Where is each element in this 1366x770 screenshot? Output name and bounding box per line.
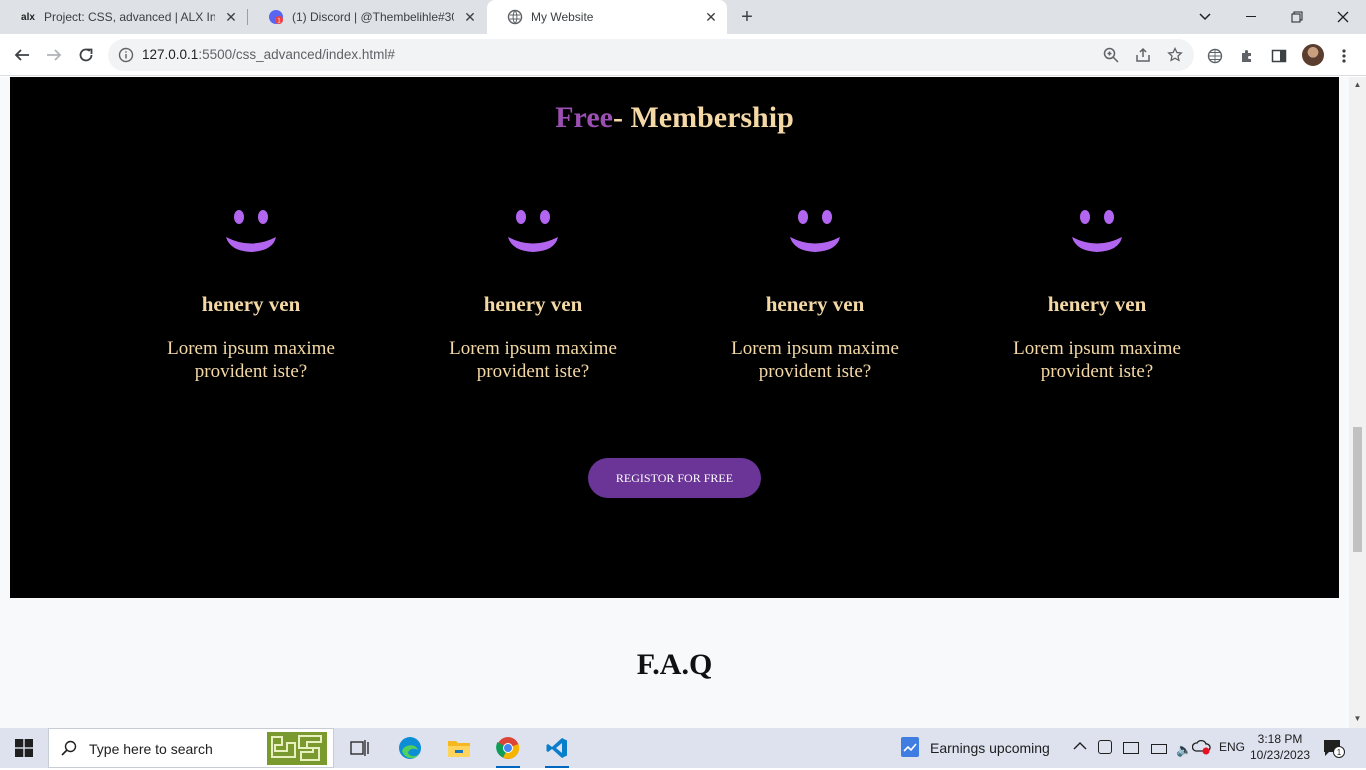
weather-widget[interactable]: Earnings upcoming	[900, 736, 1050, 761]
member-name: henery ven	[201, 292, 301, 316]
kebab-menu-icon[interactable]	[1335, 47, 1353, 65]
chevron-up-icon[interactable]	[1073, 740, 1087, 754]
membership-section: Free- Membership henery ven Lorem ipsum …	[10, 77, 1339, 598]
title-accent: Free	[555, 101, 613, 134]
title-rest: - Membership	[612, 101, 794, 134]
register-free-button[interactable]: REGISTOR FOR FREE	[588, 458, 761, 498]
avatar[interactable]	[1302, 44, 1324, 66]
chrome-icon[interactable]	[488, 728, 528, 768]
member-text: Lorem ipsum maxime provident iste?	[1013, 338, 1181, 382]
zoom-icon[interactable]	[1103, 47, 1119, 63]
vscode-icon[interactable]	[537, 728, 577, 768]
security-icon[interactable]	[1098, 740, 1112, 754]
scroll-down-icon[interactable]: ▼	[1353, 715, 1362, 723]
network-icon[interactable]	[1123, 742, 1140, 754]
clock-date: 10/23/2023	[1250, 748, 1311, 762]
volume-icon[interactable]: 🔈	[1176, 742, 1192, 758]
taskbar: Type here to search Earnings upcoming 🔈 …	[0, 728, 1366, 768]
close-icon[interactable]: ✕	[703, 9, 719, 25]
minimize-icon[interactable]	[1228, 0, 1274, 34]
discord-icon: 1	[268, 9, 284, 25]
close-icon[interactable]: ✕	[223, 9, 239, 25]
battery-icon[interactable]	[1150, 744, 1167, 754]
url-path: :5500/css_advanced/index.html#	[198, 47, 395, 62]
notification-count: 1	[1337, 748, 1342, 757]
back-icon[interactable]	[10, 43, 34, 67]
tab-title: (1) Discord | @Thembelihle#300	[292, 10, 454, 24]
side-panel-icon[interactable]	[1270, 47, 1288, 65]
smiley-icon	[503, 207, 563, 253]
reload-icon[interactable]	[74, 43, 98, 67]
member-card: henery ven Lorem ipsum maxime provident …	[715, 207, 915, 383]
notification-icon[interactable]: 1	[1323, 738, 1345, 761]
windows-start-icon[interactable]	[0, 728, 48, 768]
scroll-thumb[interactable]	[1353, 427, 1362, 552]
tab-strip: alx Project: CSS, advanced | ALX Intr ✕ …	[0, 0, 1366, 34]
tab-discord[interactable]: 1 (1) Discord | @Thembelihle#300 ✕	[248, 0, 486, 34]
globe-icon	[507, 9, 523, 25]
search-icon	[61, 740, 77, 761]
close-window-icon[interactable]	[1320, 0, 1366, 34]
browser-toolbar: 127.0.0.1:5500/css_advanced/index.html#	[0, 34, 1366, 76]
clock[interactable]: 3:18 PM 10/23/2023	[1250, 731, 1310, 763]
search-placeholder: Type here to search	[89, 741, 213, 757]
member-name: henery ven	[1047, 292, 1147, 316]
smiley-icon	[1067, 207, 1127, 253]
tab-title: My Website	[531, 10, 594, 24]
alx-icon: alx	[21, 11, 35, 23]
star-icon[interactable]	[1167, 46, 1183, 63]
tab-title: Project: CSS, advanced | ALX Intr	[44, 10, 215, 24]
member-card: henery ven Lorem ipsum maxime provident …	[433, 207, 633, 383]
file-explorer-icon[interactable]	[439, 728, 479, 768]
chevron-down-icon[interactable]	[1182, 0, 1228, 34]
extensions-icon[interactable]	[1238, 47, 1256, 65]
edge-icon[interactable]	[390, 728, 430, 768]
faq-title: F.A.Q	[636, 648, 713, 681]
smiley-icon	[785, 207, 845, 253]
member-text: Lorem ipsum maxime provident iste?	[449, 338, 617, 382]
member-text: Lorem ipsum maxime provident iste?	[731, 338, 899, 382]
language-indicator[interactable]: ENG	[1219, 740, 1245, 754]
globe-extension-icon[interactable]	[1206, 47, 1224, 65]
new-tab-button[interactable]: +	[738, 7, 756, 27]
taskbar-search[interactable]: Type here to search	[48, 728, 334, 768]
section-title: Free- Membership	[10, 101, 1339, 135]
scroll-up-icon[interactable]: ▲	[1353, 81, 1362, 89]
member-name: henery ven	[483, 292, 583, 316]
weather-text: Earnings upcoming	[930, 740, 1050, 756]
close-icon[interactable]: ✕	[462, 9, 478, 25]
tab-alx[interactable]: alx Project: CSS, advanced | ALX Intr ✕	[0, 0, 247, 34]
clock-time: 3:18 PM	[1257, 732, 1303, 746]
url-host: 127.0.0.1	[142, 47, 199, 62]
stocks-icon	[900, 736, 920, 761]
share-icon[interactable]	[1135, 47, 1151, 63]
member-name: henery ven	[765, 292, 865, 316]
task-view-icon[interactable]	[340, 728, 380, 768]
onedrive-icon[interactable]	[1191, 739, 1212, 758]
page-viewport: Free- Membership henery ven Lorem ipsum …	[0, 77, 1366, 728]
page-scrollbar[interactable]: ▲ ▼	[1349, 77, 1366, 728]
address-bar[interactable]: 127.0.0.1:5500/css_advanced/index.html#	[108, 39, 1194, 71]
member-text: Lorem ipsum maxime provident iste?	[167, 338, 335, 382]
smiley-icon	[221, 207, 281, 253]
tab-my-website[interactable]: My Website ✕	[487, 0, 727, 34]
forward-icon[interactable]	[42, 43, 66, 67]
member-card: henery ven Lorem ipsum maxime provident …	[997, 207, 1197, 383]
member-card: henery ven Lorem ipsum maxime provident …	[151, 207, 351, 383]
search-highlight-image[interactable]	[267, 732, 327, 765]
restore-icon[interactable]	[1274, 0, 1320, 34]
info-icon[interactable]	[118, 47, 134, 63]
url-text: 127.0.0.1:5500/css_advanced/index.html#	[142, 47, 395, 62]
tray-icons: 🔈	[1098, 740, 1192, 758]
